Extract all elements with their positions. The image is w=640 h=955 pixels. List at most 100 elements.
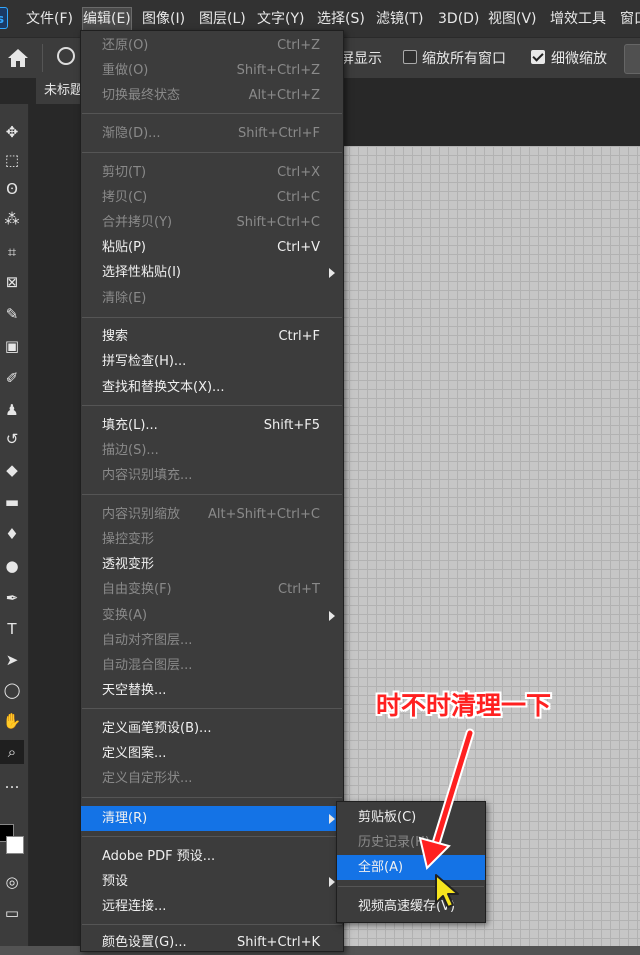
menu-item-paste-special[interactable]: 选择性粘贴(I)	[81, 260, 343, 285]
menu-item-sky-replacement[interactable]: 天空替换...	[81, 678, 343, 703]
move-tool-icon[interactable]: ✥	[0, 120, 24, 144]
dodge-tool-icon[interactable]: ●	[0, 554, 24, 578]
scrubby-zoom-checkbox[interactable]	[531, 50, 545, 64]
menu-item-shortcut: Shift+Ctrl+F	[238, 126, 320, 141]
menu-item-label: 定义图案...	[102, 746, 167, 761]
menu-item-color-settings[interactable]: 颜色设置(G)... Shift+Ctrl+K	[81, 930, 343, 955]
menu-item-copy-merged[interactable]: 合并拷贝(Y) Shift+Ctrl+C	[81, 210, 343, 235]
menu-item-define-brush[interactable]: 定义画笔预设(B)...	[81, 716, 343, 741]
document-tab[interactable]: 未标题	[36, 78, 84, 104]
submenu-item-clipboard[interactable]: 剪贴板(C)	[337, 805, 485, 830]
type-tool-icon[interactable]: T	[0, 617, 24, 641]
lasso-tool-icon[interactable]: ʘ	[0, 177, 24, 201]
menu-item-label: 定义画笔预设(B)...	[102, 721, 212, 736]
menu-item-label: 描边(S)...	[102, 443, 159, 458]
pen-tool-icon[interactable]: ✒	[0, 586, 24, 610]
background-color-swatch[interactable]	[6, 836, 24, 854]
home-icon[interactable]	[6, 47, 30, 69]
tools-panel: ✥ ⬚ ʘ ⁂ ⌗ ⊠ ✎ ▣ ✐ ♟ ↺ ◆ ▬ ♦ ● ✒ T ➤ ◯ ✋ …	[0, 104, 29, 946]
menu-filter[interactable]: 滤镜(T)	[376, 8, 423, 30]
menu-item-clear[interactable]: 清除(E)	[81, 286, 343, 311]
magic-wand-tool-icon[interactable]: ⁂	[0, 207, 24, 231]
menu-view[interactable]: 视图(V)	[488, 8, 537, 30]
menu-item-puppet-warp[interactable]: 操控变形	[81, 527, 343, 552]
menu-item-stroke[interactable]: 描边(S)...	[81, 438, 343, 463]
menu-item-label: 自动对齐图层...	[102, 633, 193, 648]
submenu-item-video-cache[interactable]: 视频高速缓存(V)	[337, 894, 485, 919]
options-button[interactable]	[624, 44, 640, 74]
zoom-tool-icon[interactable]: ⌕	[0, 740, 24, 764]
menu-item-content-aware-scale[interactable]: 内容识别缩放 Alt+Shift+Ctrl+C	[81, 502, 343, 527]
menu-item-free-transform[interactable]: 自由变换(F) Ctrl+T	[81, 577, 343, 602]
submenu-item-label: 全部(A)	[358, 860, 404, 875]
crop-tool-icon[interactable]: ⌗	[0, 240, 24, 264]
menu-item-label: Adobe PDF 预设...	[102, 849, 216, 864]
submenu-item-all[interactable]: 全部(A)	[337, 855, 485, 880]
frame-tool-icon[interactable]: ⊠	[0, 270, 24, 294]
menu-item-label: 远程连接...	[102, 899, 167, 914]
eraser-tool-icon[interactable]: ◆	[0, 458, 24, 482]
menu-window[interactable]: 窗口	[620, 8, 640, 30]
healing-brush-tool-icon[interactable]: ▣	[0, 334, 24, 358]
menu-file[interactable]: 文件(F)	[26, 8, 73, 30]
marquee-tool-icon[interactable]: ⬚	[0, 148, 24, 172]
menu-item-copy[interactable]: 拷贝(C) Ctrl+C	[81, 185, 343, 210]
screen-mode-icon[interactable]: ▭	[0, 901, 24, 925]
menu-select[interactable]: 选择(S)	[317, 8, 365, 30]
edit-menu: 还原(O) Ctrl+Z 重做(O) Shift+Ctrl+Z 切换最终状态 Alt+…	[80, 30, 344, 952]
menu-item-label: 填充(L)...	[102, 418, 158, 433]
menu-layer[interactable]: 图层(L)	[199, 8, 246, 30]
menu-item-shortcut: Shift+F5	[263, 418, 320, 433]
menu-item-find-replace[interactable]: 查找和替换文本(X)...	[81, 375, 343, 400]
history-brush-tool-icon[interactable]: ↺	[0, 427, 24, 451]
menu-separator	[82, 494, 342, 495]
menu-item-toggle-last-state[interactable]: 切换最终状态 Alt+Ctrl+Z	[81, 83, 343, 108]
shape-tool-icon[interactable]: ◯	[0, 678, 24, 702]
resize-windows-checkbox[interactable]	[403, 50, 417, 64]
menu-item-presets[interactable]: 预设	[81, 869, 343, 894]
menu-item-undo[interactable]: 还原(O) Ctrl+Z	[81, 33, 343, 58]
fit-screen-label[interactable]: 屏显示	[340, 48, 382, 68]
menu-3d[interactable]: 3D(D)	[438, 8, 479, 30]
menu-edit[interactable]: 编辑(E)	[82, 7, 132, 31]
menu-item-label: 颜色设置(G)...	[102, 935, 187, 950]
submenu-item-histories[interactable]: 历史记录(H)	[337, 830, 485, 855]
more-tools-icon[interactable]: …	[0, 771, 24, 795]
menu-item-redo[interactable]: 重做(O) Shift+Ctrl+Z	[81, 58, 343, 83]
menu-item-label: 自动混合图层...	[102, 658, 193, 673]
menu-item-purge[interactable]: 清理(R)	[81, 806, 343, 831]
eyedropper-tool-icon[interactable]: ✎	[0, 302, 24, 326]
menu-item-remote-connections[interactable]: 远程连接...	[81, 894, 343, 919]
blur-tool-icon[interactable]: ♦	[0, 522, 24, 546]
menu-separator	[82, 113, 342, 114]
menu-item-transform[interactable]: 变换(A)	[81, 603, 343, 628]
mouse-cursor-icon	[435, 874, 459, 908]
menu-item-fade[interactable]: 渐隐(D)... Shift+Ctrl+F	[81, 121, 343, 146]
brush-tool-icon[interactable]: ✐	[0, 366, 24, 390]
menu-item-define-shape[interactable]: 定义自定形状...	[81, 766, 343, 791]
quick-mask-icon[interactable]: ◎	[0, 870, 24, 894]
menu-item-cut[interactable]: 剪切(T) Ctrl+X	[81, 160, 343, 185]
menu-image[interactable]: 图像(I)	[142, 8, 185, 30]
menu-item-define-pattern[interactable]: 定义图案...	[81, 741, 343, 766]
path-selection-tool-icon[interactable]: ➤	[0, 648, 24, 672]
menu-item-check-spelling[interactable]: 拼写检查(H)...	[81, 349, 343, 374]
menu-item-perspective-warp[interactable]: 透视变形	[81, 552, 343, 577]
menu-item-shortcut: Shift+Ctrl+C	[236, 215, 320, 230]
menu-item-content-aware-fill[interactable]: 内容识别填充...	[81, 463, 343, 488]
menu-item-auto-blend-layers[interactable]: 自动混合图层...	[81, 653, 343, 678]
menu-type[interactable]: 文字(Y)	[257, 8, 304, 30]
submenu-arrow-icon	[329, 814, 335, 824]
hand-tool-icon[interactable]: ✋	[0, 709, 24, 733]
menu-item-paste[interactable]: 粘贴(P) Ctrl+V	[81, 235, 343, 260]
menu-item-search[interactable]: 搜索 Ctrl+F	[81, 324, 343, 349]
menu-item-pdf-presets[interactable]: Adobe PDF 预设...	[81, 844, 343, 869]
menu-item-auto-align-layers[interactable]: 自动对齐图层...	[81, 628, 343, 653]
purge-submenu: 剪贴板(C) 历史记录(H) 全部(A) 视频高速缓存(V)	[336, 801, 486, 923]
gradient-tool-icon[interactable]: ▬	[0, 490, 24, 514]
menu-item-label: 切换最终状态	[102, 88, 181, 103]
menu-plugins[interactable]: 增效工具	[550, 8, 606, 30]
menu-item-fill[interactable]: 填充(L)... Shift+F5	[81, 413, 343, 438]
stamp-tool-icon[interactable]: ♟	[0, 398, 24, 422]
zoom-icon[interactable]	[57, 47, 75, 65]
